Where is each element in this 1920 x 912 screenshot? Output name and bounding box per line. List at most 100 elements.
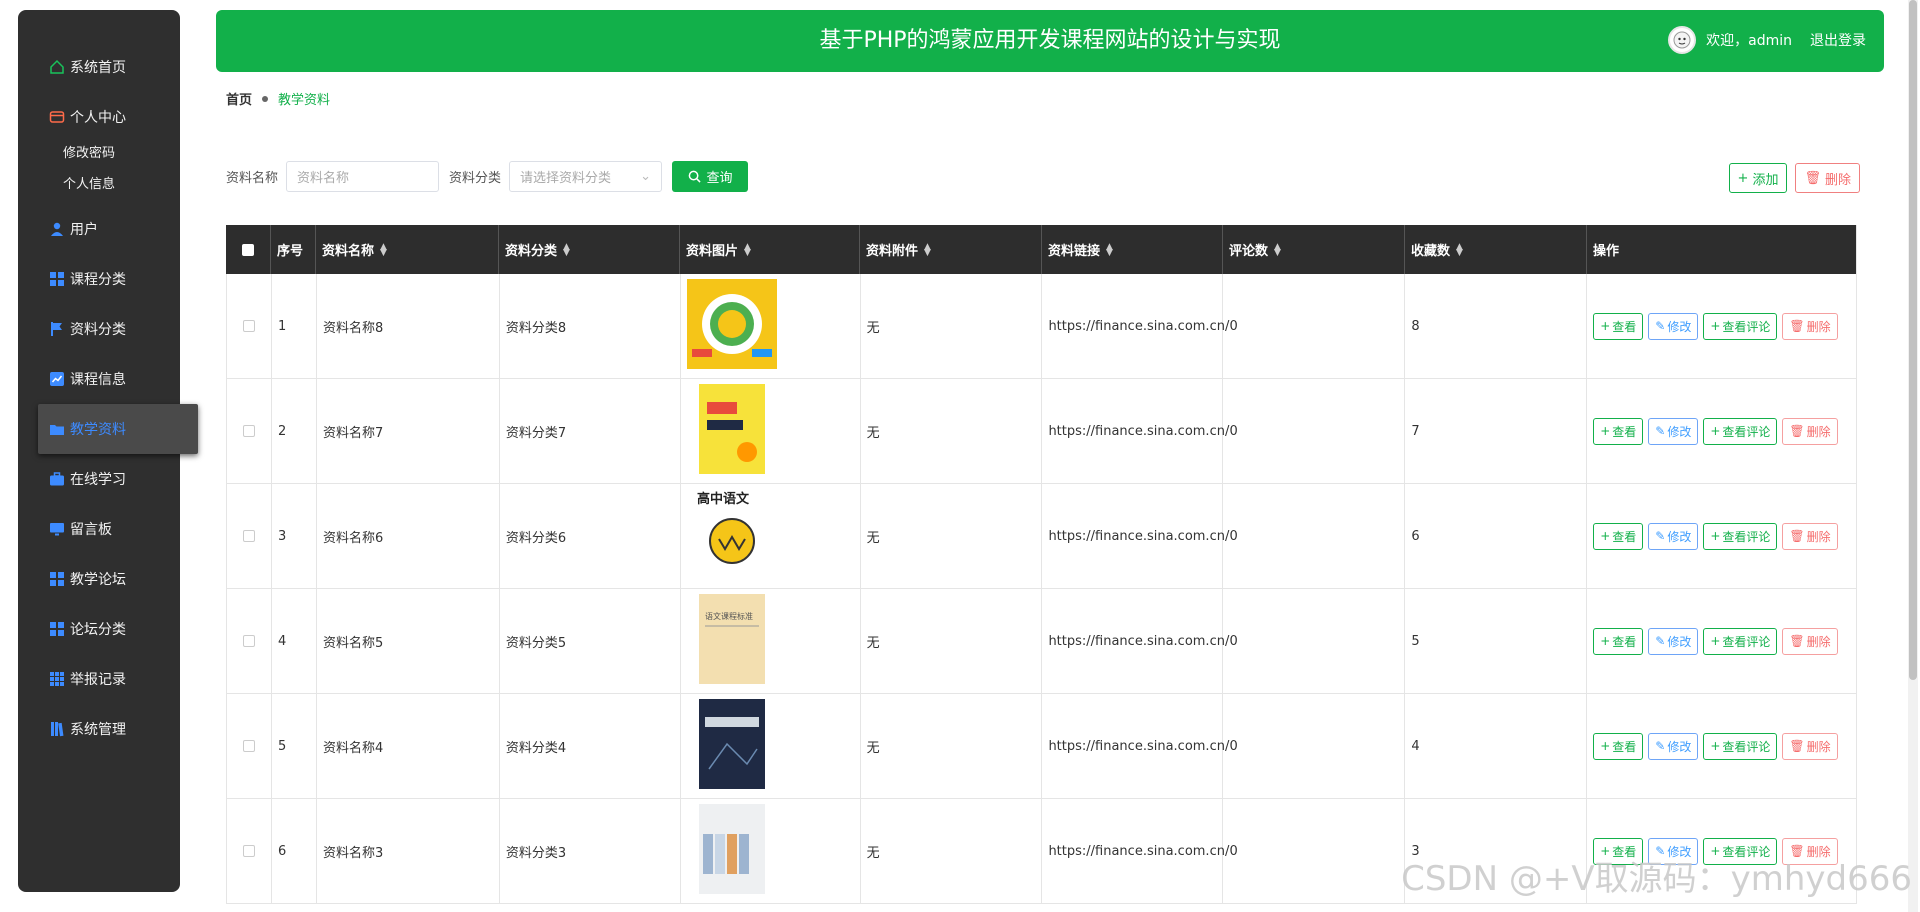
material-thumbnail[interactable]: [687, 804, 777, 898]
view-comments-button[interactable]: + 查看评论: [1703, 312, 1778, 340]
sidebar-item[interactable]: 论坛分类: [18, 604, 180, 654]
header-cell[interactable]: 评论数 ▲ ▼: [1223, 225, 1405, 274]
batch-delete-button[interactable]: 🗑 删除: [1795, 163, 1860, 193]
sidebar-item[interactable]: 教学资料: [38, 404, 198, 454]
edit-label: 修改: [1667, 529, 1692, 544]
delete-button[interactable]: 🗑 删除: [1782, 522, 1838, 550]
material-thumbnail[interactable]: [687, 699, 777, 793]
material-thumbnail[interactable]: 语文课程标准: [687, 594, 777, 688]
view-button[interactable]: + 查看: [1593, 417, 1644, 445]
scrollbar-thumb[interactable]: [1909, 0, 1917, 680]
view-comments-button[interactable]: + 查看评论: [1703, 732, 1778, 760]
edit-button[interactable]: ✎ 修改: [1648, 522, 1699, 550]
sidebar-item[interactable]: 用户: [18, 204, 180, 254]
sort-icon[interactable]: ▲ ▼: [563, 242, 570, 257]
breadcrumb-home[interactable]: 首页: [226, 89, 252, 108]
sort-icon[interactable]: ▲ ▼: [744, 242, 751, 257]
breadcrumb-current: 教学资料: [278, 93, 331, 108]
cell-comments: 0: [1223, 589, 1406, 693]
header-cell[interactable]: 资料名称 ▲ ▼: [316, 225, 499, 274]
logout-link[interactable]: 退出登录: [1810, 30, 1866, 50]
material-thumbnail[interactable]: [687, 384, 777, 478]
sidebar-item[interactable]: 举报记录: [18, 654, 180, 704]
row-checkbox[interactable]: [242, 635, 255, 647]
material-thumbnail[interactable]: 高中语文: [686, 489, 777, 583]
view-button[interactable]: + 查看: [1593, 627, 1644, 655]
search-bar: 资料名称 资料名称 资料分类 请选择资料分类 ⌄ 查询: [226, 161, 749, 192]
submenu-item[interactable]: 个人信息: [63, 169, 180, 200]
delete-button[interactable]: 🗑 删除: [1782, 312, 1838, 340]
cell-attachment: 无: [861, 589, 1043, 693]
cell-attachment: 无: [861, 484, 1043, 588]
edit-button[interactable]: ✎ 修改: [1648, 417, 1699, 445]
sidebar-item[interactable]: 教学论坛: [18, 554, 180, 604]
plus-icon: +: [1710, 529, 1721, 543]
view-comments-button[interactable]: + 查看评论: [1703, 522, 1778, 550]
sort-icon[interactable]: ▲ ▼: [380, 242, 387, 257]
sidebar-item[interactable]: 资料分类: [18, 304, 180, 354]
header-cell[interactable]: 资料链接 ▲ ▼: [1042, 225, 1223, 274]
view-button[interactable]: + 查看: [1593, 522, 1644, 550]
cell-link[interactable]: https://finance.sina.com.cn/: [1042, 589, 1229, 693]
sidebar-item[interactable]: 课程信息: [18, 354, 180, 404]
plus-icon: +: [1710, 319, 1721, 333]
select-all-checkbox[interactable]: [242, 243, 254, 256]
material-thumbnail[interactable]: [686, 279, 777, 373]
sidebar-item[interactable]: 课程分类: [18, 254, 180, 304]
grid-icon: [48, 270, 66, 288]
name-search-input[interactable]: 资料名称: [286, 161, 440, 192]
plus-icon: +: [1737, 170, 1749, 186]
svg-text:高中语文: 高中语文: [697, 491, 750, 507]
edit-button[interactable]: ✎ 修改: [1648, 732, 1699, 760]
sidebar-item[interactable]: 个人中心: [18, 92, 180, 142]
row-checkbox[interactable]: [242, 845, 255, 857]
sort-icon[interactable]: ▲ ▼: [1106, 242, 1113, 257]
delete-label: 删除: [1806, 319, 1831, 334]
cell-link[interactable]: https://finance.sina.com.cn/: [1042, 694, 1229, 798]
personal-center-submenu: 修改密码 个人信息: [18, 138, 180, 200]
cell-link[interactable]: https://finance.sina.com.cn/: [1042, 799, 1229, 903]
row-checkbox[interactable]: [242, 320, 255, 332]
table-row: 4 资料名称5 资料分类5 语文课程标准 无 https://finance.sina.c…: [226, 589, 1857, 694]
header-cell[interactable]: 资料分类 ▲ ▼: [499, 225, 680, 274]
category-select[interactable]: 请选择资料分类 ⌄: [509, 161, 663, 192]
delete-button[interactable]: 🗑 删除: [1782, 732, 1838, 760]
view-button[interactable]: + 查看: [1593, 732, 1644, 760]
cell-image: 高中语文: [681, 484, 861, 588]
edit-button[interactable]: ✎ 修改: [1648, 312, 1699, 340]
view-button[interactable]: + 查看: [1593, 312, 1644, 340]
sidebar: 系统首页 个人中心 修改密码 个人信息 用户 课程分类 资料分类 课程信息 教学资料 在线学习 留言…: [18, 10, 198, 892]
sort-icon[interactable]: ▲ ▼: [1274, 242, 1281, 257]
cell-link[interactable]: https://finance.sina.com.cn/: [1042, 379, 1229, 483]
cell-category: 资料分类7: [500, 379, 681, 483]
cell-favorites: 4: [1405, 694, 1588, 798]
avatar[interactable]: [1668, 26, 1697, 54]
query-button[interactable]: 查询: [672, 161, 749, 192]
row-checkbox[interactable]: [242, 740, 255, 752]
sidebar-item[interactable]: 系统管理: [18, 704, 180, 754]
delete-button[interactable]: 🗑 删除: [1782, 627, 1838, 655]
sort-icon[interactable]: ▲ ▼: [924, 242, 931, 257]
edit-button[interactable]: ✎ 修改: [1648, 627, 1699, 655]
view-comments-button[interactable]: + 查看评论: [1703, 417, 1778, 445]
sidebar-item[interactable]: 在线学习: [18, 454, 180, 504]
header-cell[interactable]: 收藏数 ▲ ▼: [1405, 225, 1587, 274]
cell-attachment: 无: [861, 799, 1043, 903]
wallet-icon: [48, 108, 66, 126]
cell-link[interactable]: https://finance.sina.com.cn/: [1042, 274, 1229, 378]
submenu-item[interactable]: 修改密码: [63, 138, 180, 169]
cell-actions: + 查看 ✎ 修改 + 查看评论 🗑 删除: [1587, 379, 1857, 483]
sort-icon[interactable]: ▲ ▼: [1456, 242, 1463, 257]
row-checkbox[interactable]: [242, 530, 255, 542]
page-scrollbar[interactable]: [1908, 0, 1918, 912]
add-button-label: 添加: [1752, 172, 1779, 188]
header-cell[interactable]: 资料图片 ▲ ▼: [680, 225, 860, 274]
cell-link[interactable]: https://finance.sina.com.cn/: [1042, 484, 1229, 588]
sidebar-item[interactable]: 留言板: [18, 504, 180, 554]
sidebar-item[interactable]: 系统首页: [18, 42, 180, 92]
row-checkbox[interactable]: [242, 425, 255, 437]
view-comments-button[interactable]: + 查看评论: [1703, 627, 1778, 655]
header-cell[interactable]: 资料附件 ▲ ▼: [860, 225, 1042, 274]
add-button[interactable]: + 添加: [1728, 163, 1788, 193]
delete-button[interactable]: 🗑 删除: [1782, 417, 1838, 445]
